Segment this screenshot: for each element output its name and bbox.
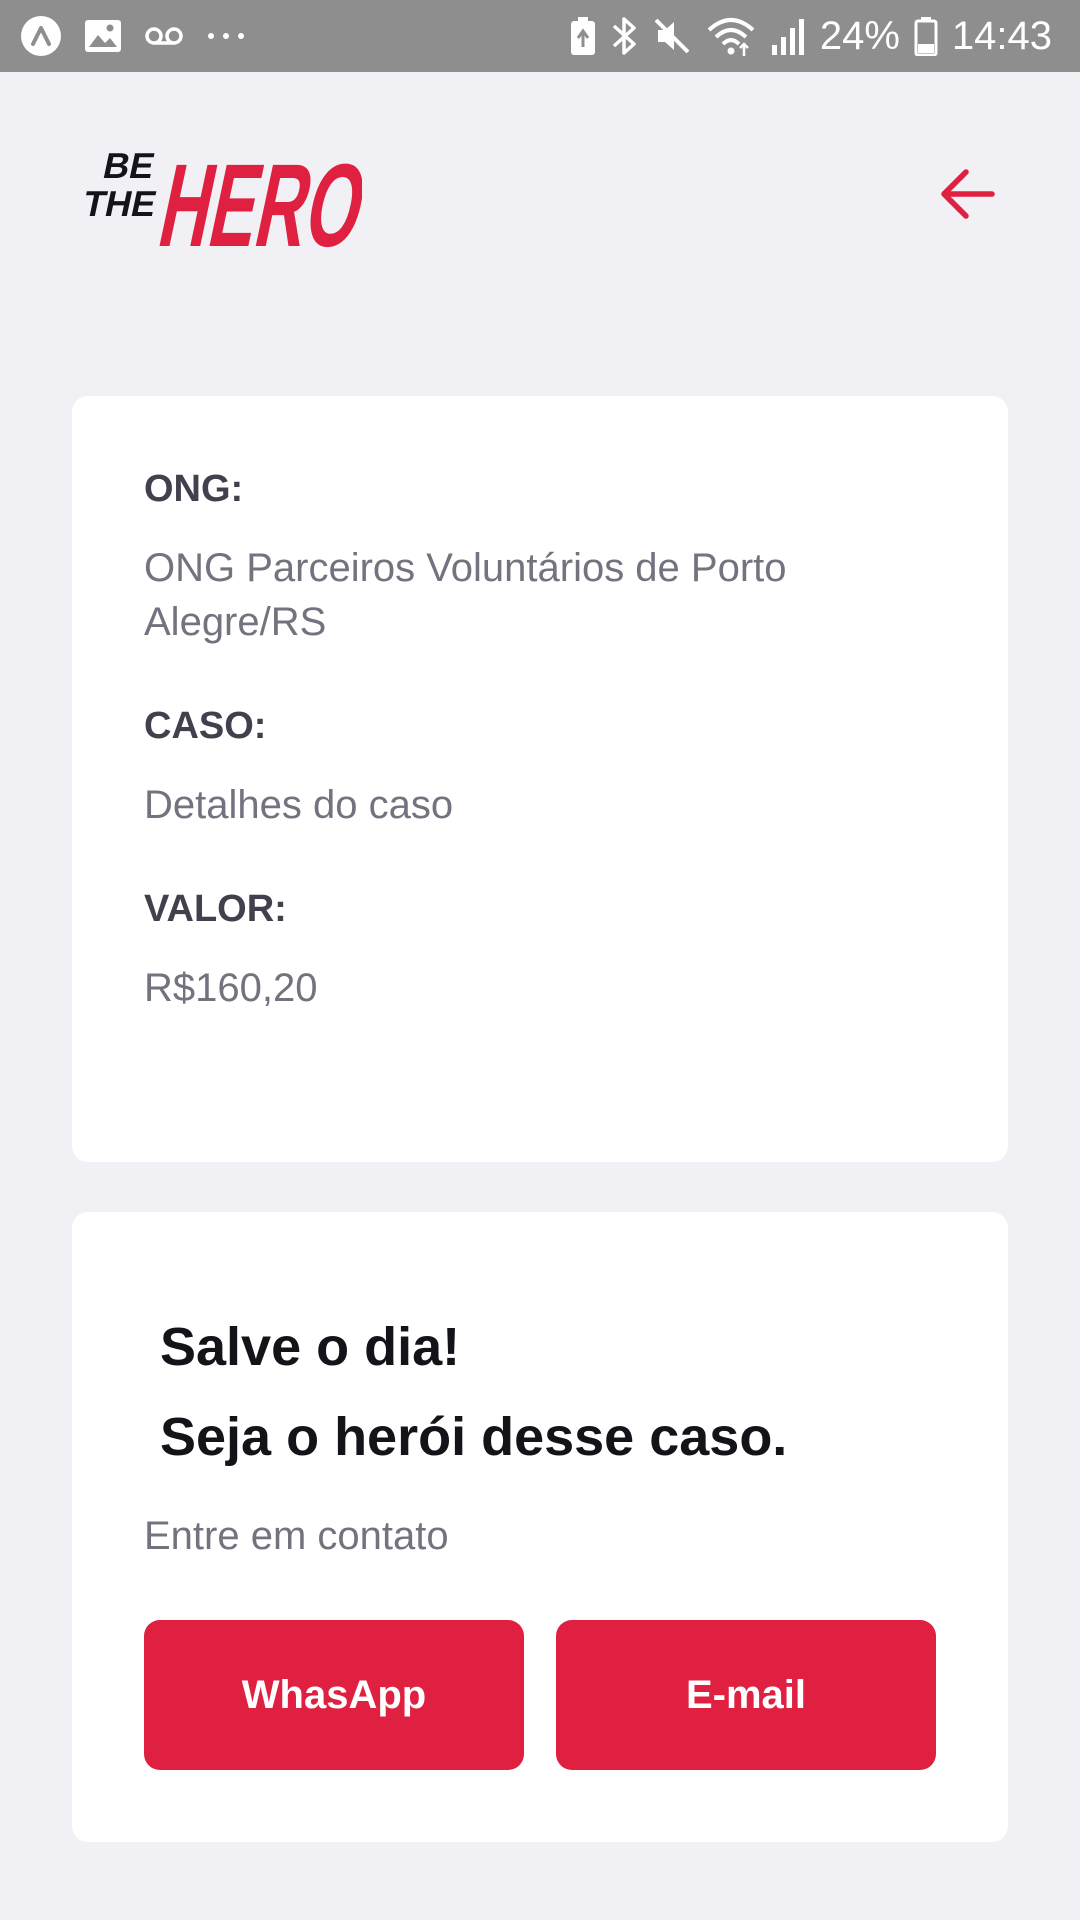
clock: 14:43 [951, 13, 1052, 58]
email-button[interactable]: E-mail [556, 1620, 936, 1770]
case-value: Detalhes do caso [144, 783, 454, 827]
status-bar-left [20, 15, 246, 57]
ong-group: ONG: ONG Parceiros Voluntários de Porto … [144, 468, 936, 649]
mute-icon [652, 16, 692, 56]
logo: BE THE HERO [80, 140, 362, 258]
status-bar-right: 24% 14:43 [570, 14, 1052, 59]
status-bar: 24% 14:43 [0, 0, 1080, 72]
case-group: CASO: Detalhes do caso [144, 705, 936, 832]
logo-line1: BE [100, 145, 159, 186]
app-icon [20, 15, 62, 57]
logo-line2: THE [80, 183, 161, 224]
signal-icon [770, 17, 806, 55]
bluetooth-icon [610, 15, 638, 57]
case-label: CASO: [144, 705, 267, 747]
whatsapp-button[interactable]: WhasApp [144, 1620, 524, 1770]
header: BE THE HERO [72, 128, 1008, 260]
back-button[interactable] [928, 154, 1008, 234]
value-group: VALOR: R$160,20 [144, 888, 936, 1015]
ong-label: ONG: [144, 468, 244, 510]
contact-card: Salve o dia! Seja o herói desse caso. En… [72, 1212, 1008, 1842]
logo-word: HERO [149, 140, 362, 258]
battery-percent: 24% [819, 13, 900, 58]
contact-description: Entre em contato [144, 1514, 449, 1558]
hero-title-line1: Salve o dia! [160, 1317, 461, 1377]
more-dots-icon [206, 31, 246, 41]
battery-icon [914, 16, 938, 56]
arrow-left-icon [941, 169, 995, 219]
hero-title: Salve o dia! Seja o herói desse caso. [160, 1302, 787, 1482]
contact-actions: WhasApp E-mail [144, 1620, 936, 1770]
ong-value: ONG Parceiros Voluntários de Porto Alegr… [144, 546, 787, 644]
incident-card: ONG: ONG Parceiros Voluntários de Porto … [72, 396, 1008, 1162]
value-label: VALOR: [144, 888, 287, 930]
value-amount: R$160,20 [144, 966, 318, 1010]
hero-title-line2: Seja o herói desse caso. [160, 1407, 788, 1467]
battery-saver-icon [570, 16, 596, 56]
image-icon [84, 19, 122, 53]
wifi-icon [706, 16, 756, 56]
voicemail-icon [144, 24, 184, 48]
